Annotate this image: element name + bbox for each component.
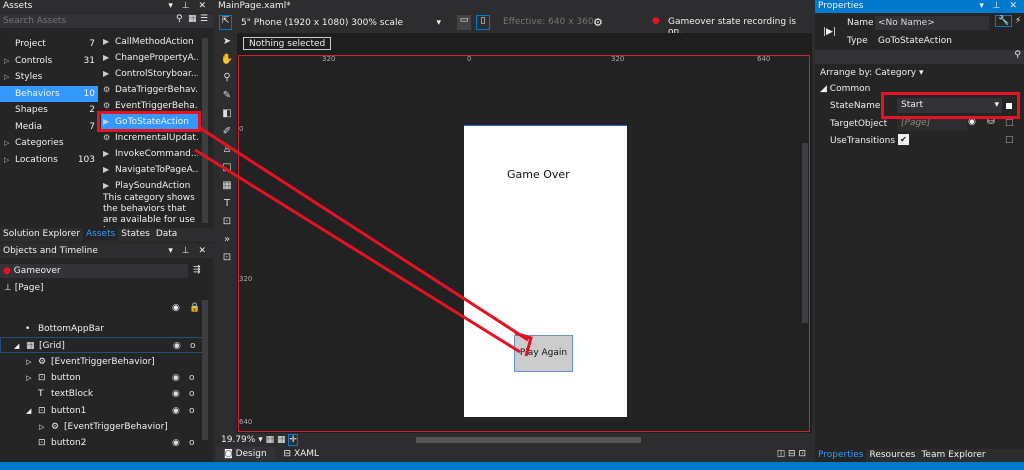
arrow-head xyxy=(514,331,533,357)
arrow-line xyxy=(194,148,521,354)
annotation-arrows xyxy=(194,126,533,357)
arrow-line xyxy=(199,126,529,342)
